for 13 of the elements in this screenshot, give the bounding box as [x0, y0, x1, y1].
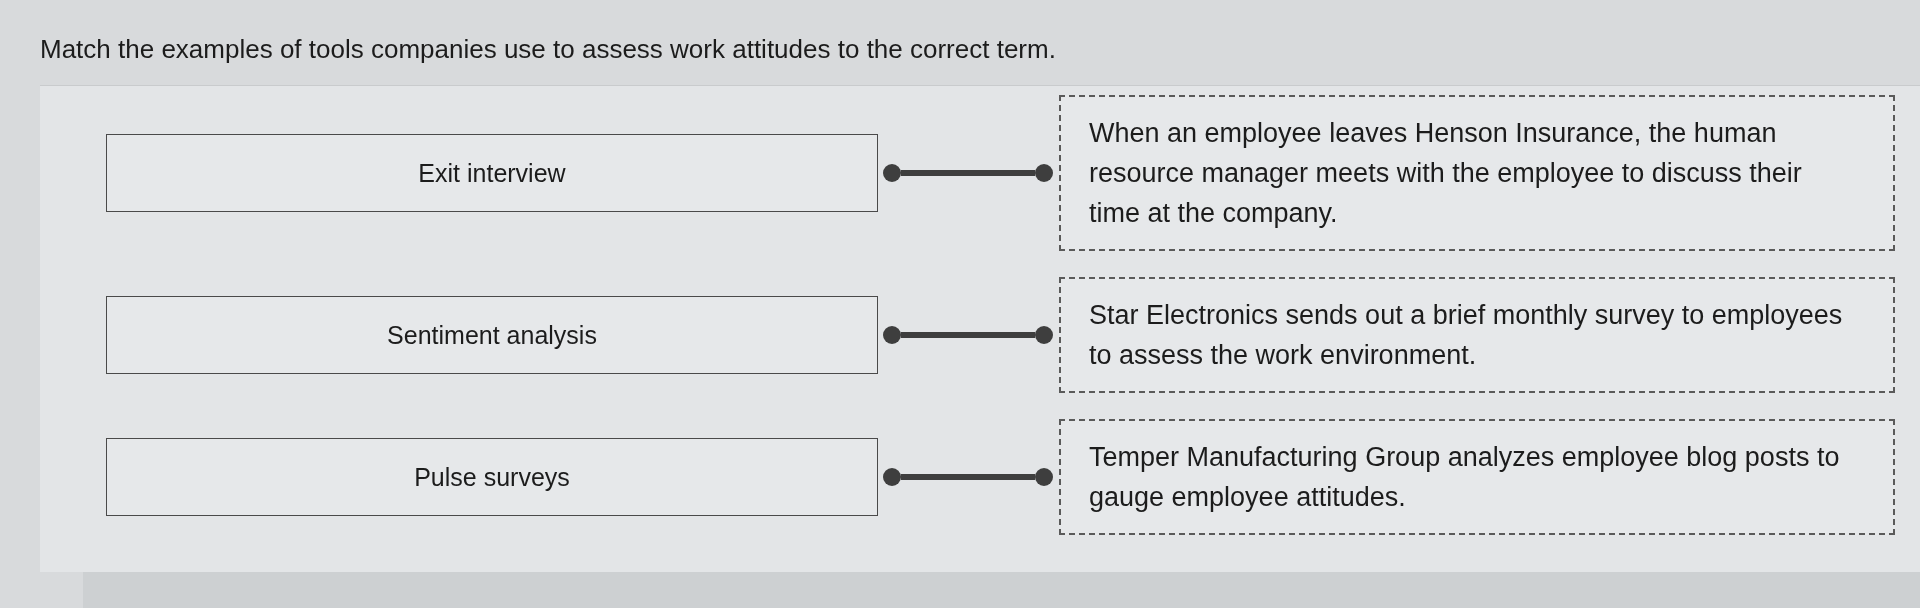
question-prompt: Match the examples of tools companies use to assess work attitudes to the correct term. — [40, 33, 1056, 65]
handle-dot-icon[interactable] — [1035, 164, 1053, 182]
handle-dot-icon[interactable] — [883, 326, 901, 344]
example-card[interactable]: When an employee leaves Henson Insurance, the human resource manager meets with the employee to discuss their time at the company. — [1059, 95, 1895, 251]
handle-dot-icon[interactable] — [1035, 468, 1053, 486]
example-card[interactable]: Star Electronics sends out a brief monthly survey to employees to assess the work environment. — [1059, 277, 1895, 393]
handle-dot-icon[interactable] — [883, 468, 901, 486]
term-card[interactable]: Sentiment analysis — [106, 296, 878, 374]
term-card[interactable]: Pulse surveys — [106, 438, 878, 516]
handle-dot-icon[interactable] — [883, 164, 901, 182]
term-card[interactable]: Exit interview — [106, 134, 878, 212]
handle-dot-icon[interactable] — [1035, 326, 1053, 344]
example-card[interactable]: Temper Manufacturing Group analyzes employee blog posts to gauge employee attitudes. — [1059, 419, 1895, 535]
